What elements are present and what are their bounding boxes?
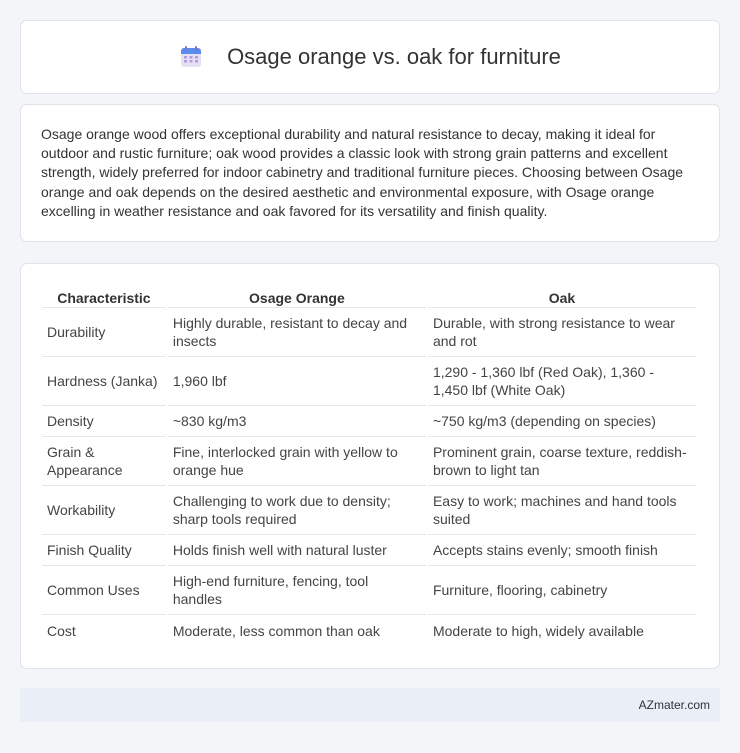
osage-cell: Moderate, less common than oak: [172, 622, 380, 639]
row-label: Hardness (Janka): [42, 357, 166, 406]
row-label: Common Uses: [42, 566, 166, 615]
osage-cell: Holds finish well with natural luster: [167, 535, 426, 566]
row-label: Finish Quality: [42, 535, 166, 566]
osage-cell: High-end furniture, fencing, tool handle…: [167, 566, 426, 615]
table-row: Durability Highly durable, resistant to …: [42, 308, 696, 357]
row-label: Density: [42, 406, 166, 437]
oak-cell: Durable, with strong resistance to wear …: [427, 308, 696, 357]
table-row: Finish Quality Holds finish well with na…: [42, 535, 696, 566]
footer-bar: AZmater.com: [20, 688, 720, 722]
oak-cell: Moderate to high, widely available: [432, 622, 644, 639]
table-row: Workability Challenging to work due to d…: [42, 486, 696, 535]
page-title: Osage orange vs. oak for furniture: [227, 44, 561, 69]
header-characteristic: Characteristic: [42, 284, 166, 308]
oak-cell: ~750 kg/m3 (depending on species): [427, 406, 696, 437]
intro-card: Osage orange wood offers exceptional dur…: [20, 104, 720, 242]
footer-site-link[interactable]: AZmater.com: [639, 698, 710, 712]
osage-cell: 1,960 lbf: [167, 357, 426, 406]
osage-cell: Challenging to work due to density; shar…: [167, 486, 426, 535]
title-card: Osage orange vs. oak for furniture: [20, 20, 720, 94]
intro-paragraph: Osage orange wood offers exceptional dur…: [41, 126, 684, 219]
title-row: Osage orange vs. oak for furniture: [21, 21, 719, 93]
table-row: Density ~830 kg/m3 ~750 kg/m3 (depending…: [42, 406, 696, 437]
header-osage-orange: Osage Orange: [167, 284, 426, 308]
row-label: Durability: [42, 308, 166, 357]
row-label: Grain & Appearance: [42, 437, 166, 486]
table-row: Grain & Appearance Fine, interlocked gra…: [42, 437, 696, 486]
osage-cell: Highly durable, resistant to decay and i…: [167, 308, 426, 357]
comparison-card: Characteristic Osage Orange Oak Durabili…: [20, 263, 720, 669]
oak-cell: 1,290 - 1,360 lbf (Red Oak), 1,360 - 1,4…: [427, 357, 696, 406]
osage-cell: ~830 kg/m3: [167, 406, 426, 437]
table-row: Cost Moderate, less common than oak Mode…: [42, 615, 696, 646]
row-label: Cost: [47, 622, 76, 639]
oak-cell: Furniture, flooring, cabinetry: [427, 566, 696, 615]
oak-cell: Easy to work; machines and hand tools su…: [427, 486, 696, 535]
oak-cell: Accepts stains evenly; smooth finish: [427, 535, 696, 566]
oak-cell: Prominent grain, coarse texture, reddish…: [427, 437, 696, 486]
calendar-icon: [181, 46, 202, 67]
comparison-table: Characteristic Osage Orange Oak Durabili…: [40, 284, 698, 646]
table-row: Common Uses High-end furniture, fencing,…: [42, 566, 696, 615]
table-row: Hardness (Janka) 1,960 lbf 1,290 - 1,360…: [42, 357, 696, 406]
header-oak: Oak: [427, 284, 696, 308]
row-label: Workability: [42, 486, 166, 535]
table-header-row: Characteristic Osage Orange Oak: [42, 284, 696, 308]
osage-cell: Fine, interlocked grain with yellow to o…: [167, 437, 426, 486]
